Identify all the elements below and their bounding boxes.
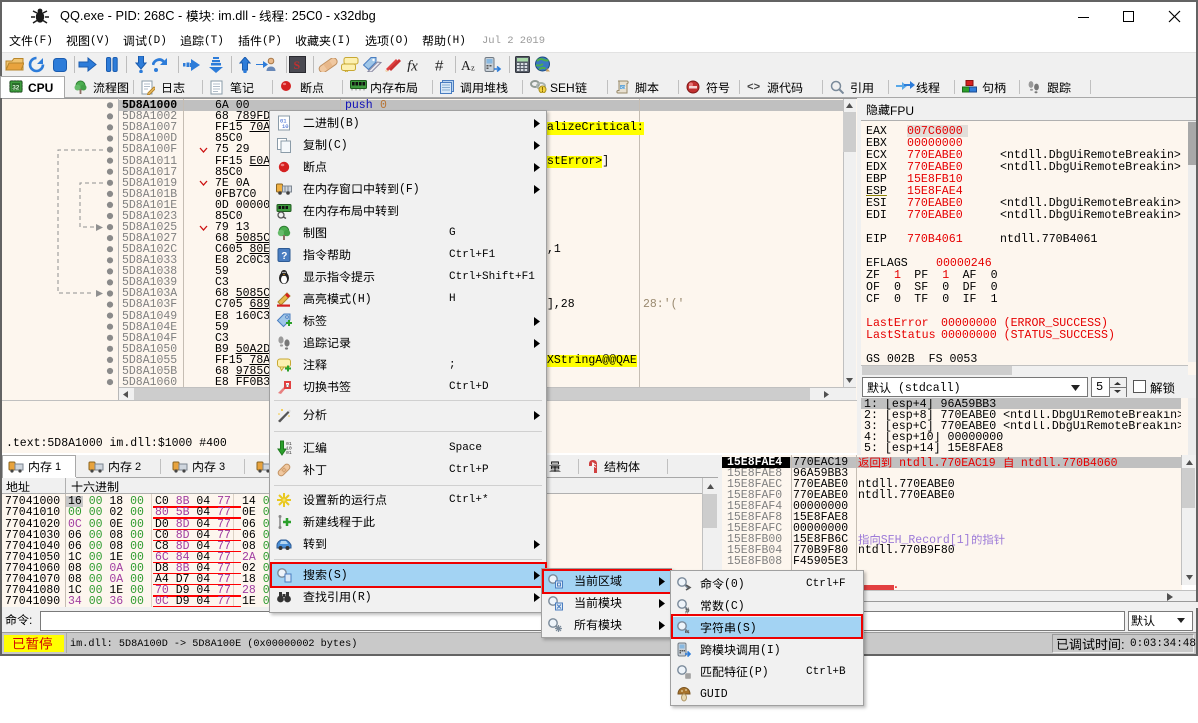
svg-text:S: S bbox=[294, 58, 301, 72]
svg-text:A: A bbox=[461, 58, 471, 71]
svg-text:fx: fx bbox=[407, 58, 418, 72]
svg-text:<>: <> bbox=[621, 85, 627, 91]
svg-text:<>: <> bbox=[747, 82, 761, 91]
svg-text:10: 10 bbox=[282, 123, 289, 130]
svg-text:01: 01 bbox=[286, 450, 292, 456]
svg-text:?: ? bbox=[281, 251, 287, 262]
svg-text:z: z bbox=[471, 63, 475, 72]
svg-text:#: # bbox=[685, 607, 690, 615]
svg-text:#: # bbox=[435, 58, 444, 72]
svg-text:!: ! bbox=[541, 87, 543, 93]
